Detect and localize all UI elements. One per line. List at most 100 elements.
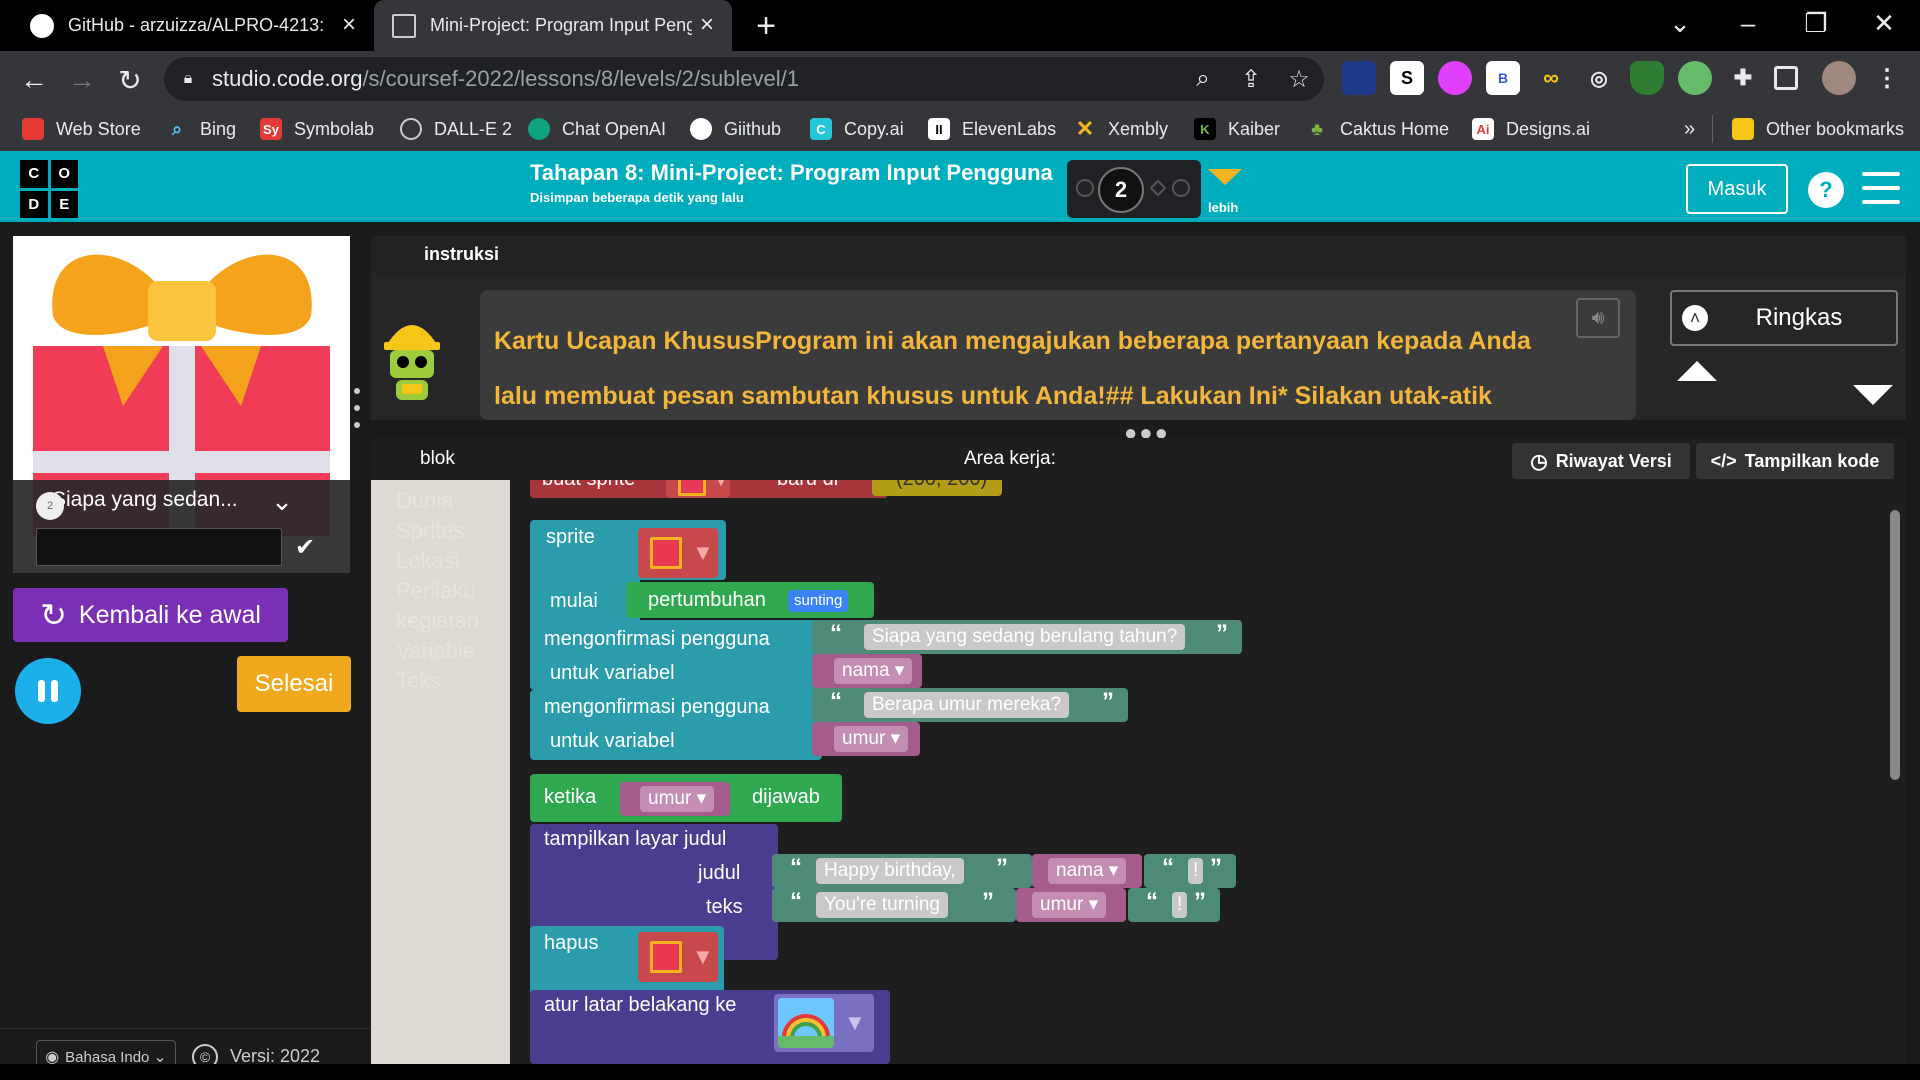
- punctuation-text[interactable]: !: [1172, 892, 1188, 918]
- zoom-icon[interactable]: ⌕: [1186, 62, 1220, 96]
- sprite-picker[interactable]: ▼: [638, 528, 718, 578]
- punctuation-text[interactable]: !: [1188, 858, 1204, 884]
- category-behavior[interactable]: Perilaku: [396, 578, 475, 604]
- reset-button[interactable]: ↻ Kembali ke awal: [13, 588, 288, 642]
- scroll-up-arrow-icon[interactable]: [1674, 356, 1720, 386]
- block-label: dijawab: [752, 786, 820, 808]
- bookmark-copy-ai[interactable]: C Copy.ai: [810, 107, 904, 151]
- body-text[interactable]: You're turning: [816, 892, 948, 918]
- logo-letter: C: [20, 160, 48, 188]
- tab-github[interactable]: GitHub - arzuizza/ALPRO-4213: A ×: [14, 0, 374, 51]
- more-label[interactable]: lebih: [1208, 200, 1238, 215]
- submit-check-icon[interactable]: ✔: [288, 530, 322, 564]
- code-org-favicon-icon: [392, 13, 416, 38]
- bookmark-caktus[interactable]: ♣ Caktus Home: [1306, 107, 1449, 151]
- help-button[interactable]: ?: [1808, 172, 1844, 208]
- variable-dropdown[interactable]: nama ▾: [1048, 858, 1127, 884]
- level-dot[interactable]: [1076, 179, 1094, 197]
- ask-answer-input[interactable]: [36, 528, 282, 566]
- elevenlabs-icon: II: [928, 118, 950, 140]
- profile-avatar[interactable]: [1822, 61, 1856, 95]
- panel-resize-handle[interactable]: [354, 388, 362, 428]
- collapse-instructions-button[interactable]: ˄ Ringkas: [1670, 290, 1898, 346]
- chevron-down-icon[interactable]: ⌄: [262, 486, 302, 516]
- sprite-picker[interactable]: ▼: [638, 932, 718, 982]
- extension-shield-green-icon[interactable]: [1630, 61, 1664, 95]
- bookmark-other[interactable]: Other bookmarks: [1732, 107, 1904, 151]
- bookmark-symbolab[interactable]: Sy Symbolab: [260, 107, 374, 151]
- bookmark-kaiber[interactable]: K Kaiber: [1194, 107, 1280, 151]
- extension-b-icon[interactable]: B: [1486, 61, 1520, 95]
- instructions-tab[interactable]: instruksi: [424, 244, 499, 265]
- tab-code-org[interactable]: Mini-Project: Program Input Peng ×: [374, 0, 732, 51]
- block-workspace[interactable]: buat sprite ▼ baru di (200, 200) sprite …: [510, 480, 1906, 1064]
- category-world[interactable]: Dunia: [396, 488, 453, 514]
- scroll-down-arrow-icon[interactable]: [1850, 380, 1896, 410]
- extension-infinity-icon[interactable]: ∞: [1534, 61, 1568, 95]
- extension-glasses-icon[interactable]: ◎: [1582, 61, 1616, 95]
- category-events[interactable]: kegiatan: [396, 608, 479, 634]
- side-panel-icon[interactable]: [1774, 66, 1798, 90]
- version-history-button[interactable]: ◷ Riwayat Versi: [1512, 443, 1690, 479]
- bookmark-star-icon[interactable]: ☆: [1282, 62, 1316, 96]
- edit-behavior-badge[interactable]: sunting: [788, 590, 849, 612]
- category-variables[interactable]: Variable: [396, 638, 475, 664]
- extensions-puzzle-icon[interactable]: ✚: [1726, 61, 1760, 95]
- minimize-button[interactable]: –: [1718, 4, 1778, 42]
- workspace-scrollbar[interactable]: [1890, 510, 1900, 780]
- sprite-picker[interactable]: ▼: [666, 480, 730, 498]
- variable-dropdown[interactable]: umur ▾: [834, 726, 909, 752]
- variable-dropdown[interactable]: umur ▾: [1032, 892, 1107, 918]
- current-level-bubble[interactable]: 2: [1098, 167, 1144, 213]
- dropdown-arrow-icon: ▼: [692, 944, 714, 969]
- level-dot[interactable]: [1172, 179, 1190, 197]
- bookmark-web-store[interactable]: Web Store: [22, 107, 141, 151]
- extension-shield-icon[interactable]: [1342, 61, 1376, 95]
- lock-icon[interactable]: 🔒︎: [178, 68, 198, 90]
- forward-button[interactable]: →: [62, 60, 102, 100]
- bookmark-dalle[interactable]: DALL-E 2: [400, 107, 512, 151]
- close-tab-icon[interactable]: ×: [694, 11, 720, 38]
- tab-search-icon[interactable]: ⌄: [1650, 4, 1710, 42]
- extension-s-icon[interactable]: S: [1390, 61, 1424, 95]
- bookmark-github[interactable]: Giithub: [690, 107, 781, 151]
- new-tab-button[interactable]: +: [748, 7, 784, 45]
- browser-menu-icon[interactable]: ⋮: [1870, 61, 1904, 95]
- bookmarks-overflow-button[interactable]: »: [1684, 107, 1695, 151]
- text-to-speech-icon[interactable]: 🔊︎: [1576, 298, 1620, 338]
- login-button[interactable]: Masuk: [1686, 164, 1788, 214]
- category-location[interactable]: Lokasi: [396, 548, 460, 574]
- hamburger-menu-icon[interactable]: [1862, 172, 1900, 204]
- variable-dropdown[interactable]: nama ▾: [834, 658, 913, 684]
- extension-chatgpt-icon[interactable]: [1678, 61, 1712, 95]
- close-quote-icon: ”: [1216, 620, 1228, 647]
- share-icon[interactable]: ⇪: [1234, 62, 1268, 96]
- lesson-title[interactable]: Tahapan 8: Mini-Project: Program Input P…: [530, 160, 1053, 186]
- title-text[interactable]: Happy birthday,: [816, 858, 964, 884]
- code-org-logo[interactable]: C O D E: [20, 160, 78, 218]
- bookmark-xembly[interactable]: ✕ Xembly: [1074, 107, 1168, 151]
- category-text[interactable]: Teks: [396, 668, 441, 694]
- category-sprites[interactable]: Sprites: [396, 518, 464, 544]
- question-text[interactable]: Siapa yang sedang berulang tahun?: [864, 624, 1186, 650]
- bookmark-bing[interactable]: ⌕ Bing: [166, 107, 236, 151]
- question-text[interactable]: Berapa umur mereka?: [864, 692, 1070, 718]
- workspace-label: Area kerja:: [964, 448, 1056, 469]
- reload-button[interactable]: ↻: [110, 60, 150, 100]
- restore-button[interactable]: ❐: [1786, 4, 1846, 42]
- pause-button[interactable]: [15, 658, 81, 724]
- back-button[interactable]: ←: [14, 60, 54, 100]
- logo-letter: E: [50, 190, 78, 218]
- close-tab-icon[interactable]: ×: [336, 11, 362, 38]
- bookmark-chat-openai[interactable]: Chat OpenAI: [528, 107, 666, 151]
- bookmark-designs-ai[interactable]: Ai Designs.ai: [1472, 107, 1590, 151]
- show-code-button[interactable]: </> Tampilkan kode: [1696, 443, 1894, 479]
- finish-button[interactable]: Selesai: [237, 656, 351, 712]
- ask-question: Siapa yang sedan...: [52, 488, 238, 511]
- url-text[interactable]: studio.code.org/s/coursef-2022/lessons/8…: [212, 66, 799, 92]
- extension-color-icon[interactable]: [1438, 61, 1472, 95]
- bookmark-elevenlabs[interactable]: II ElevenLabs: [928, 107, 1056, 151]
- close-window-button[interactable]: ✕: [1854, 4, 1914, 42]
- kaiber-icon: K: [1194, 118, 1216, 140]
- variable-dropdown[interactable]: umur ▾: [640, 786, 715, 812]
